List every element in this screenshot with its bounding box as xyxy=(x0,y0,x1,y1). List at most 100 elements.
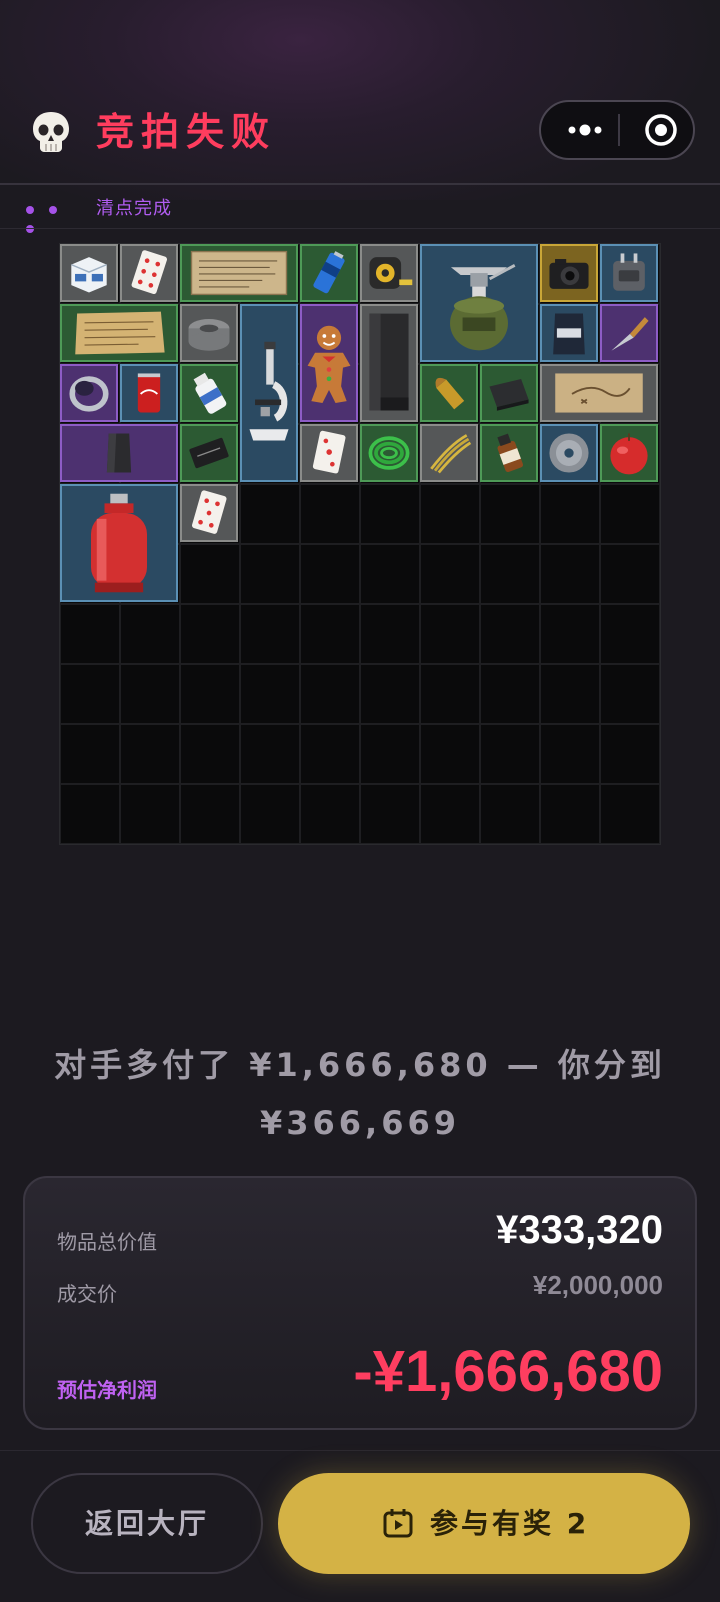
inventory-cell xyxy=(60,604,120,664)
inventory-cell xyxy=(480,784,540,844)
rope-icon xyxy=(430,434,472,474)
camera-icon xyxy=(549,259,589,289)
medicine-bottle-icon xyxy=(497,433,524,473)
blue-battery-item[interactable] xyxy=(300,244,358,302)
microscope-item[interactable] xyxy=(240,304,298,482)
inventory-cell xyxy=(240,784,300,844)
result-line-1: 对手多付了 ¥1,666,680 — 你分到 xyxy=(54,1046,666,1084)
hard-drive-icon xyxy=(489,379,529,411)
footer-divider xyxy=(0,1450,720,1451)
sugar-box-item[interactable] xyxy=(60,244,118,302)
playing-card-item[interactable] xyxy=(180,484,238,542)
inventory-cell xyxy=(600,664,660,724)
inventory-cell xyxy=(360,604,420,664)
soda-can-item[interactable] xyxy=(120,364,178,422)
inventory-cell xyxy=(420,484,480,544)
playing-card-icon xyxy=(131,250,167,295)
more-dots-icon[interactable] xyxy=(555,102,615,158)
coffee-bag-item[interactable] xyxy=(540,304,598,362)
apple-icon xyxy=(610,433,648,475)
inventory-cell xyxy=(420,784,480,844)
profit-value: -¥1,666,680 xyxy=(353,1339,663,1404)
black-panel-item[interactable] xyxy=(360,304,418,422)
inventory-cell xyxy=(240,604,300,664)
playing-card-item[interactable] xyxy=(120,244,178,302)
page-title: 竞拍失败 xyxy=(96,110,277,154)
ring-item[interactable] xyxy=(60,364,118,422)
cd-disc-icon xyxy=(549,433,589,473)
target-icon[interactable] xyxy=(633,102,689,158)
sugar-box-icon xyxy=(71,257,107,293)
travel-adapter-item[interactable] xyxy=(600,244,658,302)
back-to-lobby-button[interactable]: 返回大厅 xyxy=(31,1473,263,1574)
treasure-map-item[interactable] xyxy=(540,364,658,422)
inventory-cell xyxy=(60,664,120,724)
hard-drive-item[interactable] xyxy=(480,364,538,422)
medicine-bottle-item[interactable] xyxy=(480,424,538,482)
inventory-cell xyxy=(120,664,180,724)
inventory-cell xyxy=(600,604,660,664)
duct-tape-item[interactable] xyxy=(180,304,238,362)
glue-bottle-item[interactable] xyxy=(180,364,238,422)
bullet-item[interactable] xyxy=(420,364,478,422)
inventory-cell xyxy=(420,544,480,604)
old-document-item[interactable] xyxy=(180,244,298,302)
tape-measure-item[interactable] xyxy=(360,244,418,302)
inventory-cell xyxy=(300,604,360,664)
deal-price-value: ¥2,000,000 xyxy=(532,1270,663,1300)
inventory-cell xyxy=(420,664,480,724)
inventory-cell xyxy=(240,544,300,604)
card-pack-item[interactable] xyxy=(180,424,238,482)
status-divider xyxy=(0,228,720,229)
deal-price-label: 成交价 xyxy=(57,1282,117,1306)
apple-item[interactable] xyxy=(600,424,658,482)
gas-cylinder-item[interactable] xyxy=(60,484,178,602)
mini-program-capsule xyxy=(539,100,695,160)
gingerbread-man-item[interactable] xyxy=(300,304,358,422)
inventory-cell xyxy=(600,544,660,604)
status-text: 清点完成 xyxy=(96,198,172,219)
inventory-cell xyxy=(480,484,540,544)
playing-card-icon xyxy=(191,490,227,534)
knife-item[interactable] xyxy=(600,304,658,362)
inventory-cell xyxy=(120,604,180,664)
inventory-cell xyxy=(360,784,420,844)
inventory-cell xyxy=(480,604,540,664)
old-document-icon xyxy=(190,250,288,296)
card-pack-icon xyxy=(189,437,229,469)
inventory-cell xyxy=(540,604,600,664)
inventory-cell xyxy=(360,484,420,544)
status-bar: 清点完成 xyxy=(0,185,720,233)
inventory-cell xyxy=(420,604,480,664)
header: 竞拍失败 xyxy=(0,95,720,175)
inventory-cell xyxy=(240,664,300,724)
duct-tape-icon xyxy=(188,319,230,351)
inventory-cell xyxy=(240,724,300,784)
inventory-cell xyxy=(600,484,660,544)
inventory-cell xyxy=(120,784,180,844)
inventory-cell xyxy=(360,724,420,784)
armor-plate-icon xyxy=(106,433,132,473)
inventory-cell xyxy=(180,604,240,664)
join-reward-button[interactable]: 参与有奖 2 xyxy=(278,1473,690,1574)
rope-item[interactable] xyxy=(420,424,478,482)
inventory-cell xyxy=(540,484,600,544)
green-cable-item[interactable] xyxy=(360,424,418,482)
armor-plate-item[interactable] xyxy=(60,424,178,482)
inventory-cell xyxy=(180,724,240,784)
camping-stove-icon xyxy=(450,264,516,351)
black-panel-icon xyxy=(369,313,409,411)
inventory-cell xyxy=(600,724,660,784)
inventory-cell xyxy=(120,724,180,784)
camping-stove-item[interactable] xyxy=(420,244,538,362)
loading-dots-icon xyxy=(26,199,86,233)
inventory-cell xyxy=(60,784,120,844)
playing-card-item[interactable] xyxy=(300,424,358,482)
calendar-play-icon xyxy=(383,1509,413,1538)
cd-disc-item[interactable] xyxy=(540,424,598,482)
inventory-cell xyxy=(540,544,600,604)
inventory-cell xyxy=(240,484,300,544)
parchment-item[interactable] xyxy=(60,304,178,362)
camera-item[interactable] xyxy=(540,244,598,302)
ring-icon xyxy=(69,376,109,412)
